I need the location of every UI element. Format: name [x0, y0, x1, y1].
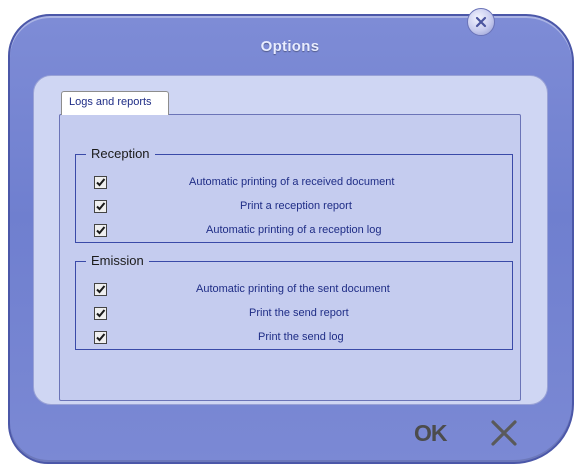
- emission-option-3-label: Print the send log: [258, 331, 344, 343]
- checkmark-icon: [96, 284, 106, 293]
- checkmark-icon: [96, 308, 106, 317]
- reception-option-1-label: Automatic printing of a received documen…: [189, 176, 395, 188]
- close-icon: [475, 16, 487, 28]
- checkmark-icon: [96, 225, 106, 234]
- emission-option-1[interactable]: [94, 281, 107, 297]
- checkbox[interactable]: [94, 330, 107, 344]
- emission-option-2-label: Print the send report: [249, 307, 349, 319]
- tab-logs-and-reports[interactable]: Logs and reports: [61, 91, 169, 115]
- emission-title: Emission: [86, 253, 149, 268]
- reception-title: Reception: [86, 146, 155, 161]
- emission-group: Emission Automatic printing of the sent …: [75, 253, 513, 350]
- checkbox[interactable]: [94, 175, 107, 189]
- emission-option-3[interactable]: [94, 329, 107, 345]
- ok-button[interactable]: OK: [414, 420, 447, 447]
- emission-option-2[interactable]: [94, 305, 107, 321]
- checkmark-icon: [96, 201, 106, 210]
- reception-group: Reception Automatic printing of a receiv…: [75, 146, 513, 243]
- window-close-button[interactable]: [467, 8, 495, 36]
- options-window: Options Logs and reports Reception Autom…: [0, 0, 580, 464]
- window-title: Options: [260, 38, 320, 55]
- reception-option-2[interactable]: [94, 198, 107, 214]
- reception-option-2-label: Print a reception report: [240, 200, 352, 212]
- reception-option-1[interactable]: [94, 174, 107, 190]
- cancel-x-icon: [491, 420, 517, 446]
- emission-option-1-label: Automatic printing of the sent document: [196, 283, 390, 295]
- reception-option-3-label: Automatic printing of a reception log: [206, 224, 382, 236]
- checkmark-icon: [96, 177, 106, 186]
- cancel-button[interactable]: [487, 416, 521, 450]
- reception-option-3[interactable]: [94, 222, 107, 238]
- checkbox[interactable]: [94, 223, 107, 237]
- checkmark-icon: [96, 332, 106, 341]
- checkbox[interactable]: [94, 306, 107, 320]
- checkbox[interactable]: [94, 199, 107, 213]
- tab-body: Reception Automatic printing of a receiv…: [59, 114, 521, 401]
- checkbox[interactable]: [94, 282, 107, 296]
